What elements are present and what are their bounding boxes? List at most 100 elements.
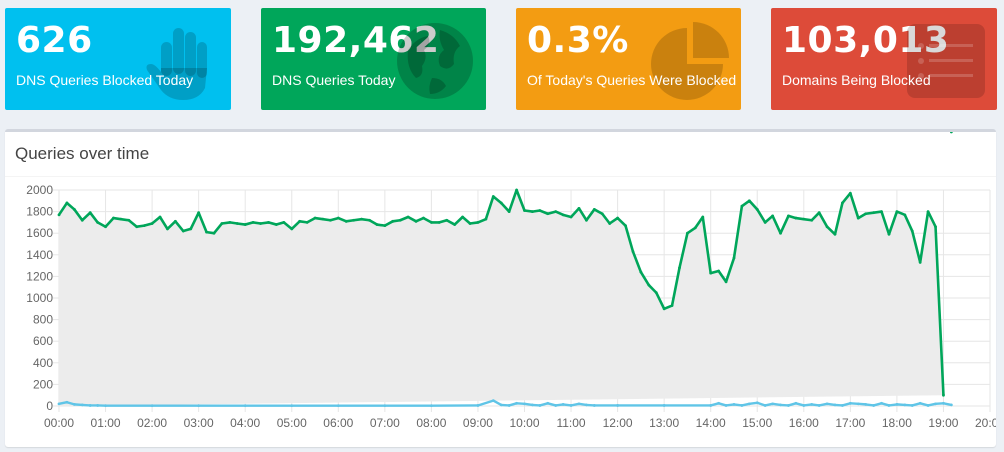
queries-chart[interactable]: 0 200 400 600 800 1000 1200 1400 1600 1800 2000 00:… [5, 132, 996, 447]
total-queries-point [321, 217, 325, 221]
blocked-queries-point [72, 402, 76, 406]
total-queries-point [328, 218, 332, 222]
y-tick-label: 1400 [26, 248, 53, 262]
total-queries-point [701, 215, 705, 219]
blocked-queries-point [724, 404, 728, 407]
blocked-queries-point [856, 402, 860, 406]
total-queries-point [406, 215, 410, 219]
total-queries-point [569, 215, 573, 219]
y-tick-label: 2000 [26, 183, 53, 197]
total-queries-point [678, 266, 681, 270]
total-queries-point [220, 222, 224, 225]
y-tick-label: 200 [33, 377, 53, 391]
total-queries-point [531, 210, 534, 213]
total-queries-point [119, 217, 123, 221]
total-queries-point [499, 201, 503, 205]
total-queries-point [80, 218, 84, 222]
total-queries-point [600, 212, 604, 216]
y-tick-label: 400 [33, 356, 53, 370]
blocked-queries-point [88, 404, 92, 407]
total-queries-point [391, 219, 395, 223]
total-queries-point [592, 208, 596, 211]
blocked-queries-point [717, 401, 721, 405]
x-tick-label: 11:00 [556, 416, 585, 430]
total-queries-point [709, 271, 713, 275]
blocked-queries-point [872, 404, 876, 407]
blocked-queries-point [763, 404, 767, 407]
queries-over-time-panel: Queries over time 0 200 400 600 800 1000 1200 1… [5, 129, 996, 447]
blocked-queries-point [546, 401, 550, 405]
x-tick-label: 20:00 [975, 416, 996, 430]
total-queries-point [422, 216, 425, 220]
blocked-queries-point [662, 404, 666, 407]
blocked-queries-point [895, 402, 899, 406]
blocked-queries-point [817, 404, 821, 407]
x-tick-label: 14:00 [696, 416, 726, 430]
stat-box-queries: 192,462 DNS Queries Today [261, 8, 486, 110]
x-tick-label: 04:00 [230, 416, 260, 430]
blocked-queries-point [942, 401, 945, 405]
blocked-queries-point [934, 402, 937, 406]
x-tick-label: 15:00 [742, 416, 772, 430]
blocked-queries-point [903, 403, 907, 407]
total-queries-point [158, 215, 162, 219]
blocked-queries-point [491, 399, 495, 402]
blocked-queries-point [825, 402, 829, 406]
blocked-queries-point [383, 404, 387, 408]
total-queries-point [88, 211, 92, 215]
total-queries-point [476, 221, 480, 224]
x-tick-label: 13:00 [649, 416, 679, 430]
x-tick-label: 16:00 [789, 416, 819, 430]
y-tick-label: 1000 [26, 291, 53, 305]
total-queries-point [189, 227, 193, 231]
total-queries-point [686, 231, 689, 235]
total-queries-point [360, 217, 363, 221]
x-tick-label: 19:00 [928, 416, 958, 430]
total-queries-point [181, 229, 185, 233]
blocked-queries-point [802, 404, 806, 407]
total-queries-point [926, 210, 930, 213]
blocked-queries-point [80, 403, 84, 407]
blocked-queries-point [592, 404, 596, 407]
total-queries-point [608, 222, 612, 225]
blocked-queries-point [755, 401, 759, 405]
x-tick-label: 18:00 [882, 416, 912, 430]
total-queries-point [755, 208, 759, 211]
blocked-queries-point [887, 404, 891, 407]
blocked-queries-point [430, 404, 433, 408]
total-queries-point [468, 222, 472, 225]
x-tick-label: 09:00 [463, 416, 493, 430]
blocked-queries-point [515, 401, 518, 405]
total-queries-point [305, 221, 309, 224]
y-tick-label: 600 [33, 334, 53, 348]
total-queries-point [72, 208, 76, 211]
x-tick-label: 06:00 [323, 416, 353, 430]
blocked-queries-point [833, 403, 837, 407]
blocked-queries-point [336, 404, 340, 408]
total-queries-point [515, 188, 518, 192]
total-queries-point [802, 217, 806, 221]
x-tick-label: 05:00 [277, 416, 307, 430]
total-queries-point [453, 223, 457, 226]
blocked-queries-point [585, 403, 588, 407]
blocked-queries-point [507, 404, 511, 407]
x-tick-label: 00:00 [44, 416, 74, 430]
blocked-queries-point [290, 404, 294, 408]
total-queries-point [430, 221, 433, 224]
blocked-queries-point [880, 401, 883, 405]
stat-value: 0.3% [527, 20, 629, 61]
blocked-queries-point [848, 401, 852, 405]
total-queries-point [724, 280, 728, 284]
total-queries-point [135, 225, 139, 229]
x-tick-label: 17:00 [835, 416, 865, 430]
total-queries-point [523, 209, 526, 212]
total-queries-point [639, 270, 643, 274]
total-queries-point [654, 291, 658, 294]
total-queries-point [313, 216, 317, 220]
total-queries-point [771, 214, 775, 218]
total-queries-point [491, 195, 495, 198]
blocked-queries-point [57, 402, 61, 406]
total-queries-point [282, 221, 286, 224]
total-queries-point [398, 218, 402, 222]
total-queries-point [624, 224, 627, 228]
